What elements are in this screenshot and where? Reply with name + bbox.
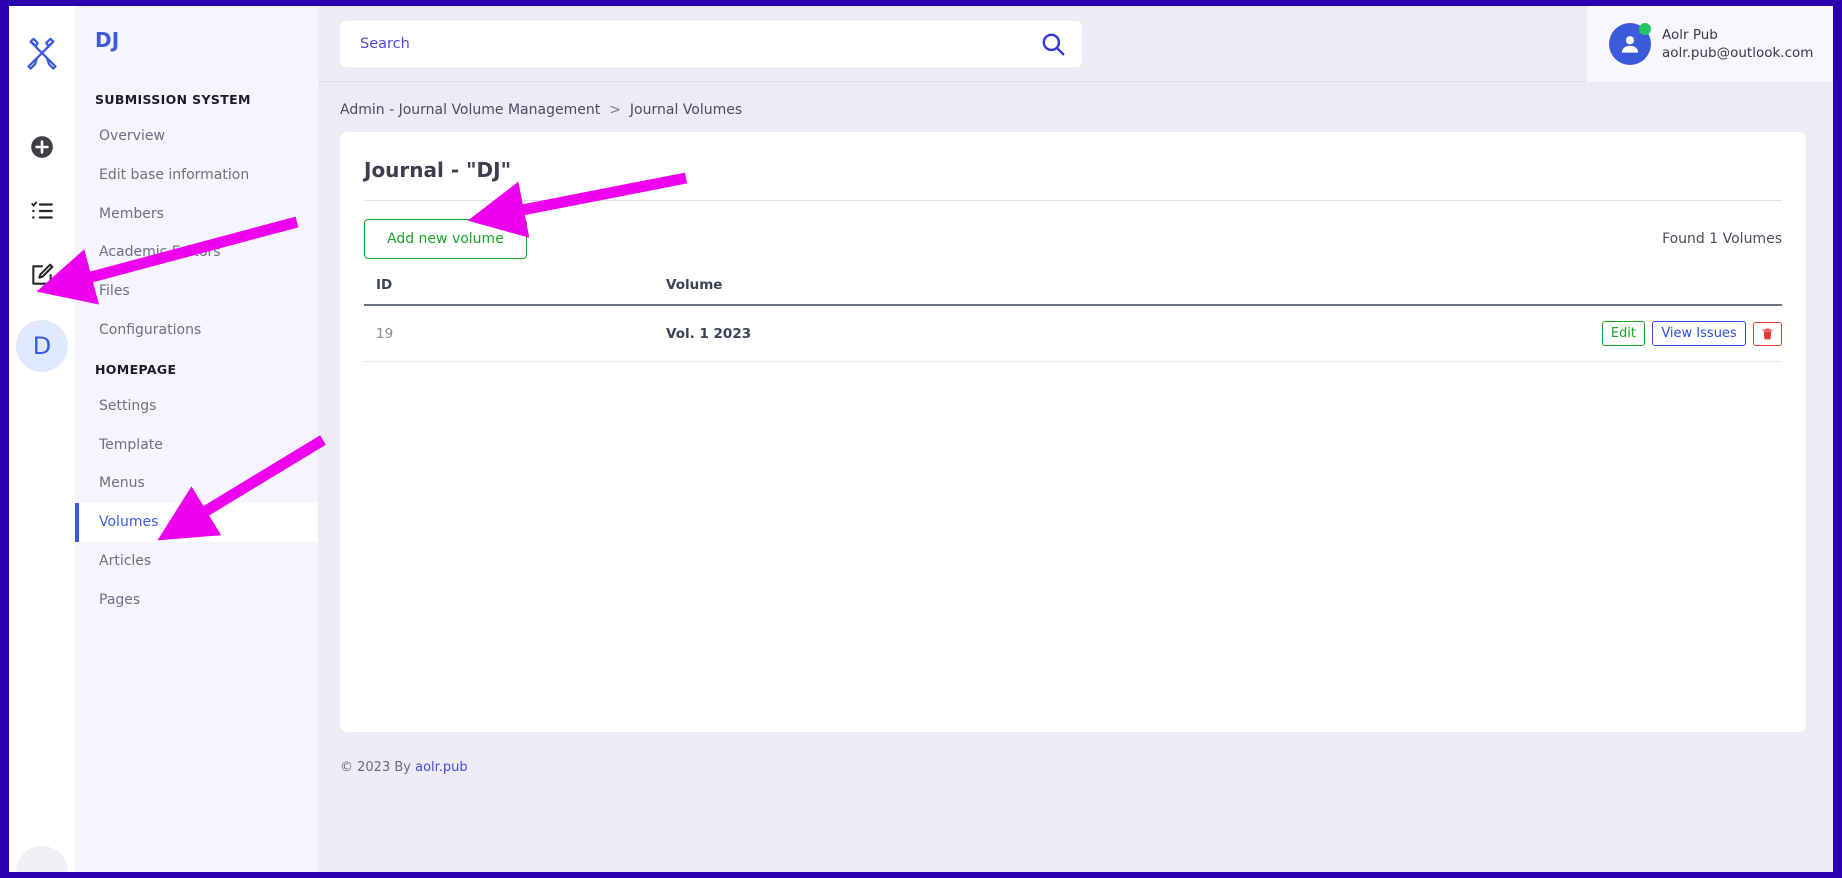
title-divider xyxy=(364,200,1782,201)
sidebar-item-edit-base-information[interactable]: Edit base information xyxy=(75,156,318,195)
breadcrumb-separator: > xyxy=(609,102,621,118)
cell-volume-name: Vol. 1 2023 xyxy=(654,305,1033,362)
rail-bottom-decoration xyxy=(16,846,68,872)
found-volumes-count: Found 1 Volumes xyxy=(1662,231,1782,247)
footer-copyright: © 2023 By xyxy=(340,760,411,775)
sidebar-item-files[interactable]: Files xyxy=(75,272,318,311)
table-toolbar: Add new volume Found 1 Volumes xyxy=(364,219,1782,259)
rail-avatar-d[interactable]: D xyxy=(16,320,68,372)
sidebar-item-settings[interactable]: Settings xyxy=(75,387,318,426)
column-header-actions xyxy=(1033,277,1782,305)
table-row: 19 Vol. 1 2023 Edit View Issues xyxy=(364,305,1782,362)
sidebar-section-homepage: HOMEPAGE xyxy=(75,350,318,387)
status-dot-online xyxy=(1639,23,1651,35)
sidebar-item-academic-editors[interactable]: Academic Editors xyxy=(75,233,318,272)
page-title: Journal - "DJ" xyxy=(364,158,1782,182)
column-header-id: ID xyxy=(364,277,654,305)
sidebar-item-overview[interactable]: Overview xyxy=(75,117,318,156)
sidebar-item-menus[interactable]: Menus xyxy=(75,464,318,503)
add-new-volume-button[interactable]: Add new volume xyxy=(364,219,527,259)
user-email: aolr.pub@outlook.com xyxy=(1662,44,1813,62)
sidebar-brand: DJ xyxy=(75,28,318,80)
content-card: Journal - "DJ" Add new volume Found 1 Vo… xyxy=(340,132,1806,732)
trash-icon xyxy=(1761,327,1774,341)
main-column: Aolr Pub aolr.pub@outlook.com Admin - Jo… xyxy=(318,6,1833,872)
footer-link-aolr-pub[interactable]: aolr.pub xyxy=(415,760,468,775)
icon-rail: D xyxy=(9,6,75,872)
footer: © 2023 By aolr.pub xyxy=(318,732,1833,775)
breadcrumb-item-journal-volumes[interactable]: Journal Volumes xyxy=(630,102,742,118)
breadcrumb: Admin - Journal Volume Management > Jour… xyxy=(318,82,1833,132)
edit-square-icon[interactable] xyxy=(19,252,65,298)
view-issues-button[interactable]: View Issues xyxy=(1652,321,1745,346)
avatar xyxy=(1609,23,1651,65)
topbar: Aolr Pub aolr.pub@outlook.com xyxy=(318,6,1833,82)
table-header-row: ID Volume xyxy=(364,277,1782,305)
user-name: Aolr Pub xyxy=(1662,26,1813,44)
search-icon xyxy=(1040,31,1066,57)
user-profile[interactable]: Aolr Pub aolr.pub@outlook.com xyxy=(1587,6,1833,82)
user-icon xyxy=(1617,31,1643,57)
rail-avatar-letter: D xyxy=(33,332,51,360)
volumes-table: ID Volume 19 Vol. 1 2023 Edit View Issue… xyxy=(364,277,1782,362)
app-window: D DJ SUBMISSION SYSTEM Overview Edit bas… xyxy=(9,6,1833,872)
search-input[interactable] xyxy=(358,35,1038,53)
app-logo-icon[interactable] xyxy=(19,30,65,76)
checklist-icon[interactable] xyxy=(19,188,65,234)
column-header-volume: Volume xyxy=(654,277,1033,305)
sidebar-section-submission-system: SUBMISSION SYSTEM xyxy=(75,80,318,117)
sidebar-item-configurations[interactable]: Configurations xyxy=(75,311,318,350)
sidebar-item-articles[interactable]: Articles xyxy=(75,542,318,581)
sidebar-item-pages[interactable]: Pages xyxy=(75,581,318,620)
search-box[interactable] xyxy=(340,21,1082,67)
edit-button[interactable]: Edit xyxy=(1602,321,1645,346)
sidebar-item-members[interactable]: Members xyxy=(75,195,318,234)
breadcrumb-item-admin[interactable]: Admin - Journal Volume Management xyxy=(340,102,600,118)
sidebar-item-template[interactable]: Template xyxy=(75,426,318,465)
add-circle-icon[interactable] xyxy=(19,124,65,170)
cell-row-actions: Edit View Issues xyxy=(1033,305,1782,362)
search-button[interactable] xyxy=(1038,31,1068,57)
sidebar: DJ SUBMISSION SYSTEM Overview Edit base … xyxy=(75,6,318,872)
delete-button[interactable] xyxy=(1753,322,1782,346)
sidebar-item-volumes[interactable]: Volumes xyxy=(75,503,318,542)
cell-volume-id: 19 xyxy=(364,305,654,362)
